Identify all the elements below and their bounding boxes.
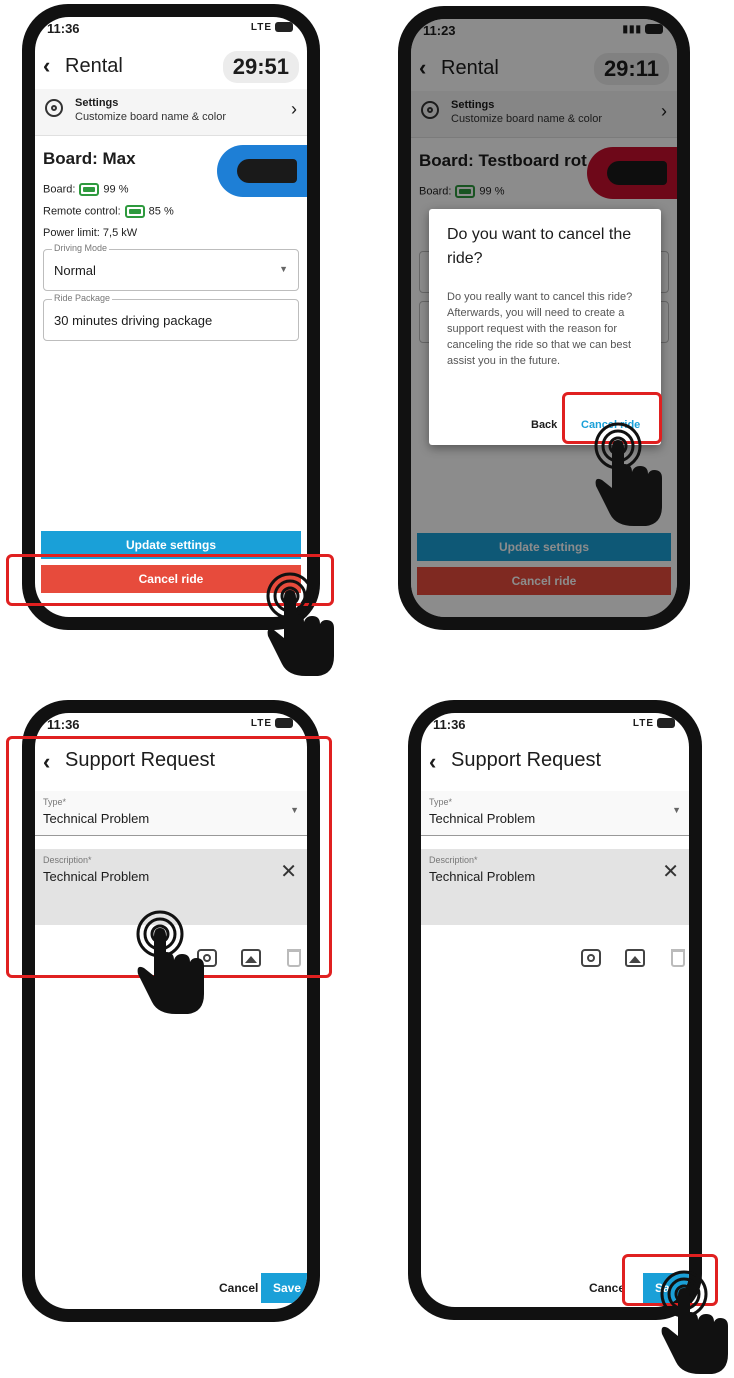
gear-icon xyxy=(45,99,63,117)
status-bar: 11:36 LTE xyxy=(421,713,689,739)
board-battery-value: 99 % xyxy=(103,183,129,196)
phone-support-request-save: 11:36 LTE ‹ Support Request Type* Techni… xyxy=(408,700,702,1320)
type-value: Technical Problem xyxy=(429,811,536,826)
tap-hand-icon xyxy=(594,422,662,526)
settings-subtitle: Customize board name & color xyxy=(75,111,227,123)
battery-icon xyxy=(275,22,293,33)
chevron-right-icon: › xyxy=(291,99,297,119)
battery-icon xyxy=(79,183,100,196)
ride-package-value: 30 minutes driving package xyxy=(54,313,213,328)
rental-screen: 11:36 LTE ‹ Rental 29:51 Settings Custom… xyxy=(35,17,307,617)
remote-battery-value: 85 % xyxy=(148,205,174,218)
network-label: LTE xyxy=(632,718,654,729)
header: ‹ Support Request xyxy=(421,739,689,785)
remote-battery-row: Remote control: 85 % xyxy=(43,205,174,218)
cancel-button[interactable]: Cance xyxy=(589,1281,625,1295)
description-value: Technical Problem xyxy=(429,869,536,884)
tap-hand-icon xyxy=(660,1270,728,1374)
driving-mode-value: Normal xyxy=(54,263,96,278)
page-title: Rental xyxy=(65,55,123,77)
dropdown-arrow-icon: ▼ xyxy=(279,264,288,274)
clear-icon[interactable]: ✕ xyxy=(662,859,679,884)
trash-icon[interactable] xyxy=(671,949,685,967)
status-time: 11:36 xyxy=(433,717,466,732)
save-button[interactable]: Save xyxy=(261,1273,307,1303)
header: ‹ Rental 29:51 xyxy=(35,43,307,89)
back-chevron-icon[interactable]: ‹ xyxy=(429,749,436,775)
camera-icon[interactable] xyxy=(581,949,601,967)
phone-cancel-dialog: 11:23 ▮▮▮ ‹ Rental 29:11 Settings Custom… xyxy=(398,6,690,630)
board-battery-label: Board: xyxy=(43,183,76,196)
signal-indicator: LTE xyxy=(251,22,293,33)
board-battery-row: Board: 99 % xyxy=(43,183,129,196)
tap-hand-icon xyxy=(136,910,204,1014)
status-bar: 11:36 LTE xyxy=(35,17,307,43)
cancel-button[interactable]: Cancel xyxy=(219,1281,258,1295)
board-name: Board: Max xyxy=(43,149,136,168)
driving-mode-label: Driving Mode xyxy=(52,243,110,253)
battery-icon xyxy=(124,205,145,218)
settings-title: Settings xyxy=(75,97,119,109)
battery-icon xyxy=(275,718,293,729)
signal-indicator: LTE xyxy=(251,718,293,729)
page-title: Support Request xyxy=(451,749,602,771)
description-label: Description* xyxy=(429,855,478,865)
back-chevron-icon[interactable]: ‹ xyxy=(43,53,50,79)
type-label: Type* xyxy=(429,797,453,807)
dropdown-arrow-icon: ▼ xyxy=(672,805,681,815)
gallery-icon[interactable] xyxy=(625,949,645,967)
dialog-title: Do you want to cancel the ride? xyxy=(447,226,632,267)
rental-timer: 29:51 xyxy=(222,51,299,83)
dialog-message: Do you really want to cancel this ride? … xyxy=(447,291,633,367)
ride-package-label: Ride Package xyxy=(52,293,113,303)
battery-icon xyxy=(657,718,675,729)
description-field[interactable]: Description* Technical Problem ✕ xyxy=(421,849,689,925)
board-image xyxy=(217,145,307,197)
ride-package-field[interactable]: Ride Package 30 minutes driving package xyxy=(43,293,299,341)
driving-mode-select[interactable]: Driving Mode Normal ▼ xyxy=(43,243,299,291)
remote-battery-label: Remote control: xyxy=(43,205,121,218)
power-limit: Power limit: 7,5 kW xyxy=(43,227,138,239)
dialog-back-button[interactable]: Back xyxy=(531,419,557,431)
status-time: 11:36 xyxy=(47,21,80,36)
settings-row[interactable]: Settings Customize board name & color › xyxy=(35,89,307,136)
tap-hand-icon xyxy=(266,572,334,676)
board-nose xyxy=(237,159,297,183)
signal-indicator: LTE xyxy=(633,718,675,729)
phone-rental: 11:36 LTE ‹ Rental 29:51 Settings Custom… xyxy=(22,4,320,630)
support-request-save-screen: 11:36 LTE ‹ Support Request Type* Techni… xyxy=(421,713,689,1307)
status-time: 11:36 xyxy=(47,717,80,732)
type-select[interactable]: Type* Technical Problem ▼ xyxy=(421,791,689,836)
network-label: LTE xyxy=(250,22,272,33)
network-label: LTE xyxy=(250,718,272,729)
